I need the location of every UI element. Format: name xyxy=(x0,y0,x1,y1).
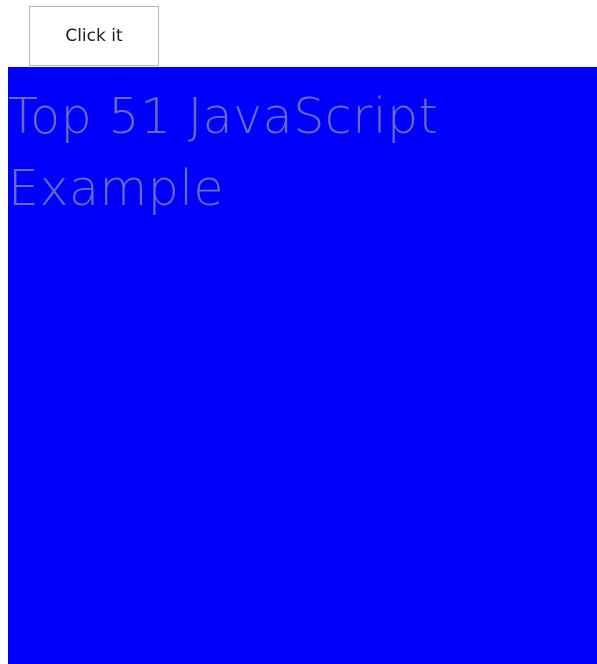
page: Click it Top 51 JavaScript Example xyxy=(0,0,597,664)
click-it-button[interactable]: Click it xyxy=(29,6,159,66)
blue-panel: Top 51 JavaScript Example xyxy=(8,67,597,664)
panel-heading: Top 51 JavaScript Example xyxy=(8,88,439,217)
